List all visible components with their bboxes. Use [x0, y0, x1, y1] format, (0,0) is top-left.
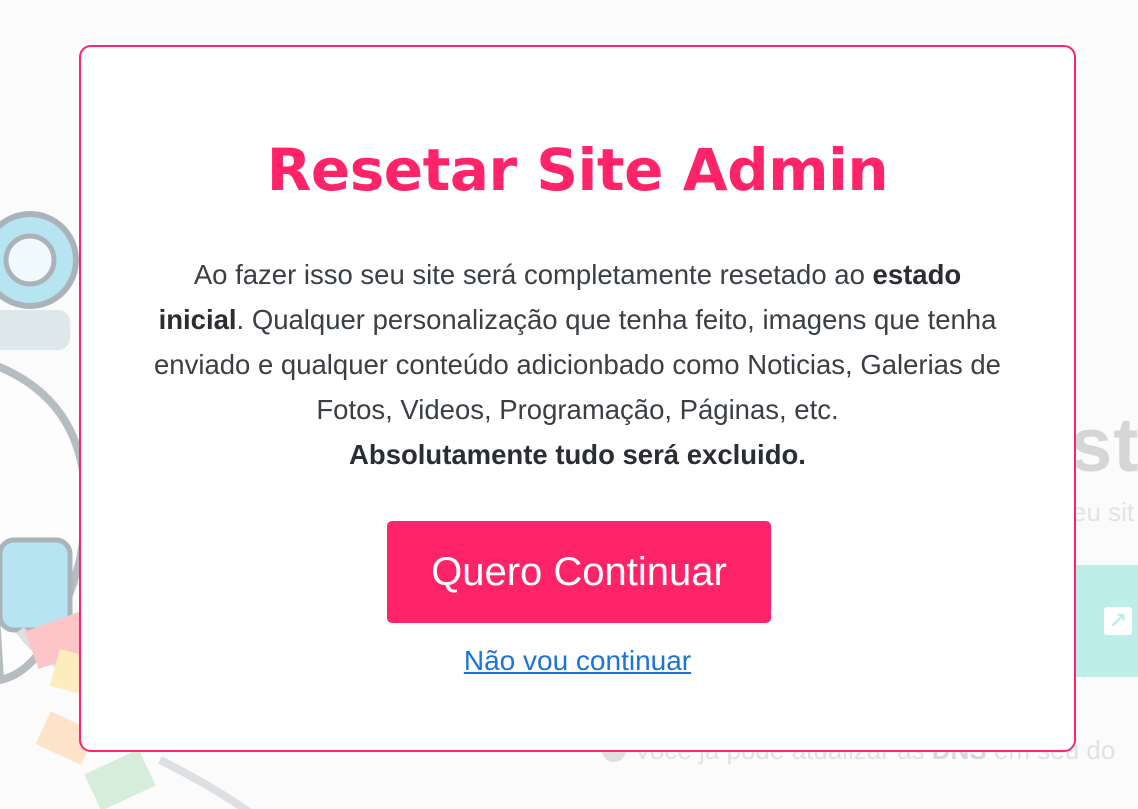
modal-description: Ao fazer isso seu site será completament…: [151, 252, 1004, 477]
background-heading: str: [1070, 403, 1138, 488]
reset-modal: Resetar Site Admin Ao fazer isso seu sit…: [79, 45, 1076, 752]
cancel-link[interactable]: Não vou continuar: [81, 645, 1074, 677]
continue-button[interactable]: Quero Continuar: [387, 521, 771, 623]
modal-title: Resetar Site Admin: [266, 136, 889, 204]
description-part1: Ao fazer isso seu site será completament…: [193, 259, 873, 290]
background-subtext: eu sit: [1072, 497, 1135, 527]
description-part2: . Qualquer personalização que tenha feit…: [154, 304, 1001, 425]
page: str eu sit ↗ Você já pode atualizar as D…: [0, 0, 1138, 809]
external-link-icon: ↗: [1104, 607, 1132, 635]
description-warning: Absolutamente tudo será excluido.: [349, 439, 806, 470]
